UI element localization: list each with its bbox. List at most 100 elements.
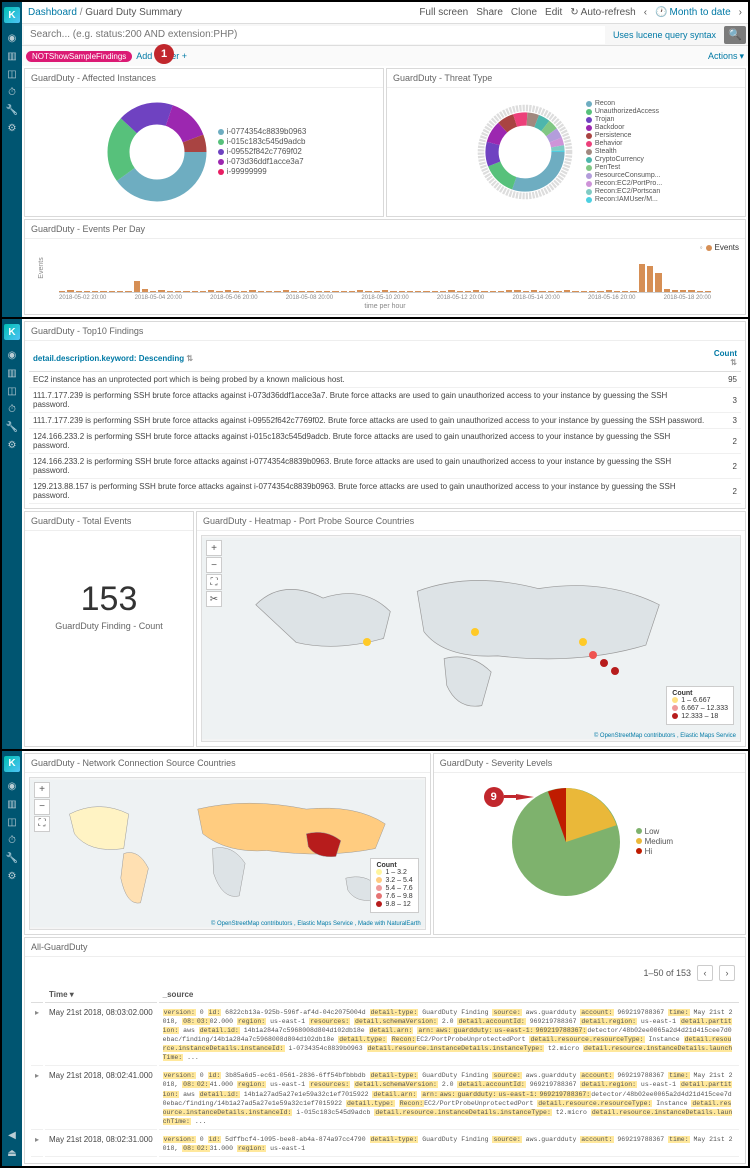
legend-item[interactable]: i-0774354c8839b0963 <box>218 127 307 136</box>
legend-item[interactable]: i-015c183c545d9adcb <box>218 137 307 146</box>
legend-item[interactable]: Hi <box>636 847 673 856</box>
add-filter-button[interactable]: Add a filter + <box>136 51 187 61</box>
events-bar[interactable] <box>324 291 330 292</box>
events-bar[interactable] <box>175 291 181 292</box>
map-attribution[interactable]: © OpenStreetMap contributors , Elastic M… <box>211 921 421 927</box>
events-bar[interactable] <box>76 291 82 292</box>
events-bar[interactable] <box>100 291 106 292</box>
logout-icon[interactable]: ⏏ <box>5 1146 19 1160</box>
events-bar[interactable] <box>548 291 554 292</box>
events-bar[interactable] <box>316 291 322 292</box>
legend-item[interactable]: Stealth <box>586 148 662 155</box>
events-bar[interactable] <box>266 291 272 292</box>
events-bar[interactable] <box>200 291 206 292</box>
events-bar[interactable] <box>688 290 694 292</box>
fit-button[interactable]: ⛶ <box>206 574 222 590</box>
heatmap-map[interactable]: + − ⛶ ✂ <box>201 535 741 742</box>
table-row[interactable]: 129.213.88.157 is performing SSH brute f… <box>29 479 741 504</box>
events-bar[interactable] <box>556 291 562 292</box>
kibana-logo-icon[interactable]: K <box>4 324 20 340</box>
events-bar[interactable] <box>564 290 570 292</box>
legend-item[interactable]: PenTest <box>586 164 662 171</box>
lucene-syntax-link[interactable]: Uses lucene query syntax <box>607 30 722 40</box>
events-bar[interactable] <box>539 291 545 292</box>
breadcrumb-root[interactable]: Dashboard <box>28 7 77 18</box>
log-row[interactable]: ▸May 21st 2018, 08:02:41.000version: 0 i… <box>31 1068 739 1130</box>
events-bar[interactable] <box>382 290 388 292</box>
management-icon[interactable]: ⚙ <box>5 121 19 135</box>
legend-item[interactable]: i-073d36ddf1acce3a7 <box>218 157 307 166</box>
events-bar[interactable] <box>614 291 620 292</box>
filter-pill[interactable]: NOTShowSampleFindings <box>26 51 132 62</box>
legend-item[interactable]: Recon:IAMUser/M... <box>586 196 662 203</box>
events-bar[interactable] <box>125 291 131 292</box>
legend-item[interactable]: Persistence <box>586 132 662 139</box>
events-bar[interactable] <box>664 289 670 292</box>
events-bar[interactable] <box>523 291 529 292</box>
donut-chart-threat[interactable] <box>470 97 580 207</box>
legend-item[interactable]: i-09552f842c7769f02 <box>218 147 307 156</box>
legend-item[interactable]: Recon:EC2/PortPro... <box>586 180 662 187</box>
events-bar[interactable] <box>705 291 711 292</box>
events-bar[interactable] <box>697 291 703 292</box>
events-bar[interactable] <box>109 291 115 292</box>
fit-button[interactable]: ⛶ <box>34 816 50 832</box>
events-bar[interactable] <box>233 291 239 292</box>
events-bar[interactable] <box>158 290 164 292</box>
events-bar[interactable] <box>92 291 98 292</box>
events-bar[interactable] <box>531 290 537 292</box>
devtools-icon[interactable]: 🔧 <box>5 420 19 434</box>
crop-button[interactable]: ✂ <box>206 591 222 607</box>
kibana-logo-icon[interactable]: K <box>4 756 20 772</box>
pager-prev-button[interactable]: ‹ <box>697 965 713 981</box>
events-bar[interactable] <box>490 291 496 292</box>
events-bar[interactable] <box>655 273 661 292</box>
dashboard-icon[interactable]: ◫ <box>5 384 19 398</box>
devtools-icon[interactable]: 🔧 <box>5 103 19 117</box>
discover-icon[interactable]: ◉ <box>5 780 19 794</box>
events-bar[interactable] <box>349 291 355 292</box>
management-icon[interactable]: ⚙ <box>5 870 19 884</box>
events-bar[interactable] <box>589 291 595 292</box>
events-bar[interactable] <box>473 290 479 292</box>
events-bar[interactable] <box>299 291 305 292</box>
zoom-in-button[interactable]: + <box>206 540 222 556</box>
search-input[interactable] <box>24 26 605 44</box>
devtools-icon[interactable]: 🔧 <box>5 852 19 866</box>
col-source[interactable]: _source <box>159 987 739 1003</box>
events-bar[interactable] <box>440 291 446 292</box>
clone-button[interactable]: Clone <box>511 7 537 18</box>
visualize-icon[interactable]: ▥ <box>5 49 19 63</box>
map-attribution[interactable]: © OpenStreetMap contributors , Elastic M… <box>594 733 736 739</box>
events-bar[interactable] <box>481 291 487 292</box>
col-count[interactable]: Count ⇅ <box>710 345 741 372</box>
visualize-icon[interactable]: ▥ <box>5 798 19 812</box>
legend-item[interactable]: Backdoor <box>586 124 662 131</box>
timelion-icon[interactable]: ⏱ <box>5 85 19 99</box>
table-row[interactable]: 124.166.233.2 is performing SSH brute fo… <box>29 454 741 479</box>
timelion-icon[interactable]: ⏱ <box>5 834 19 848</box>
full-screen-button[interactable]: Full screen <box>419 7 468 18</box>
legend-item[interactable]: Low <box>636 827 673 836</box>
expand-row-icon[interactable]: ▸ <box>31 1068 43 1130</box>
events-bar[interactable] <box>506 290 512 292</box>
events-bar[interactable] <box>606 290 612 292</box>
zoom-out-button[interactable]: − <box>206 557 222 573</box>
events-bar[interactable] <box>374 291 380 292</box>
donut-chart-instances[interactable] <box>102 97 212 207</box>
edit-button[interactable]: Edit <box>545 7 562 18</box>
legend-item[interactable]: Recon <box>586 100 662 107</box>
management-icon[interactable]: ⚙ <box>5 438 19 452</box>
events-bar[interactable] <box>150 291 156 292</box>
kibana-logo-icon[interactable]: K <box>4 7 20 23</box>
events-bar[interactable] <box>457 291 463 292</box>
expand-row-icon[interactable]: ▸ <box>31 1132 43 1157</box>
events-bar[interactable] <box>117 291 123 292</box>
legend-item[interactable]: CryptoCurrency <box>586 156 662 163</box>
events-bar[interactable] <box>249 290 255 292</box>
events-bar[interactable] <box>341 291 347 292</box>
events-bar[interactable] <box>399 291 405 292</box>
col-time[interactable]: Time ▾ <box>45 987 157 1003</box>
events-bar[interactable] <box>134 281 140 292</box>
events-bar[interactable] <box>581 291 587 292</box>
